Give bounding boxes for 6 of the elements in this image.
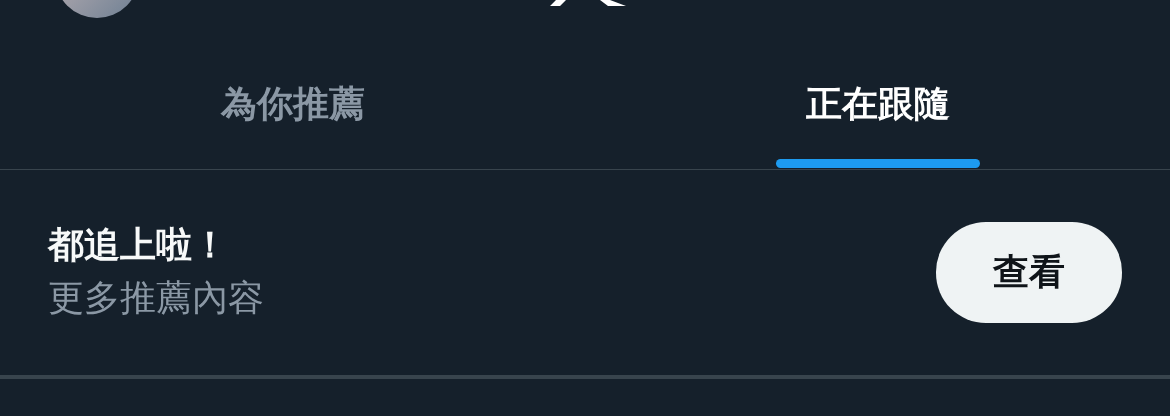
- view-button[interactable]: 查看: [936, 222, 1122, 323]
- feed-tab[interactable]: 正在跟隨: [585, 60, 1170, 169]
- x-logo-icon: [550, 0, 626, 6]
- caught-up-subtitle: 更多推薦內容: [48, 275, 264, 320]
- caught-up-title: 都追上啦！: [48, 222, 229, 267]
- feed-tab[interactable]: 為你推薦: [0, 60, 585, 169]
